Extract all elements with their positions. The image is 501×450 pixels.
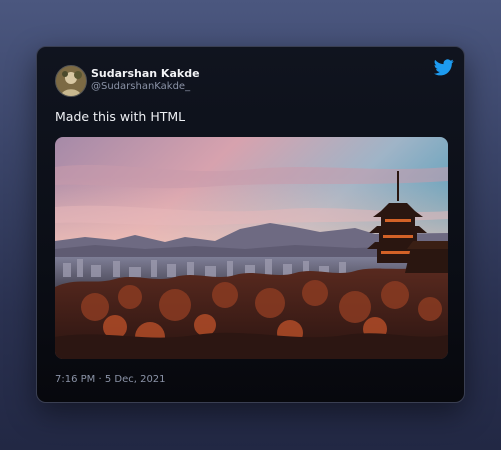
tweet-card: Sudarshan Kakde @SudarshanKakde_ Made th…: [36, 46, 465, 403]
avatar[interactable]: [55, 65, 87, 97]
twitter-bird-icon[interactable]: [434, 59, 454, 76]
tweet-text: Made this with HTML: [55, 109, 186, 124]
pagoda-sunset-photo[interactable]: [55, 137, 448, 359]
author-name[interactable]: Sudarshan Kakde: [91, 67, 200, 80]
author-handle[interactable]: @SudarshanKakde_: [91, 81, 190, 92]
timestamp[interactable]: 7:16 PM · 5 Dec, 2021: [55, 374, 166, 385]
